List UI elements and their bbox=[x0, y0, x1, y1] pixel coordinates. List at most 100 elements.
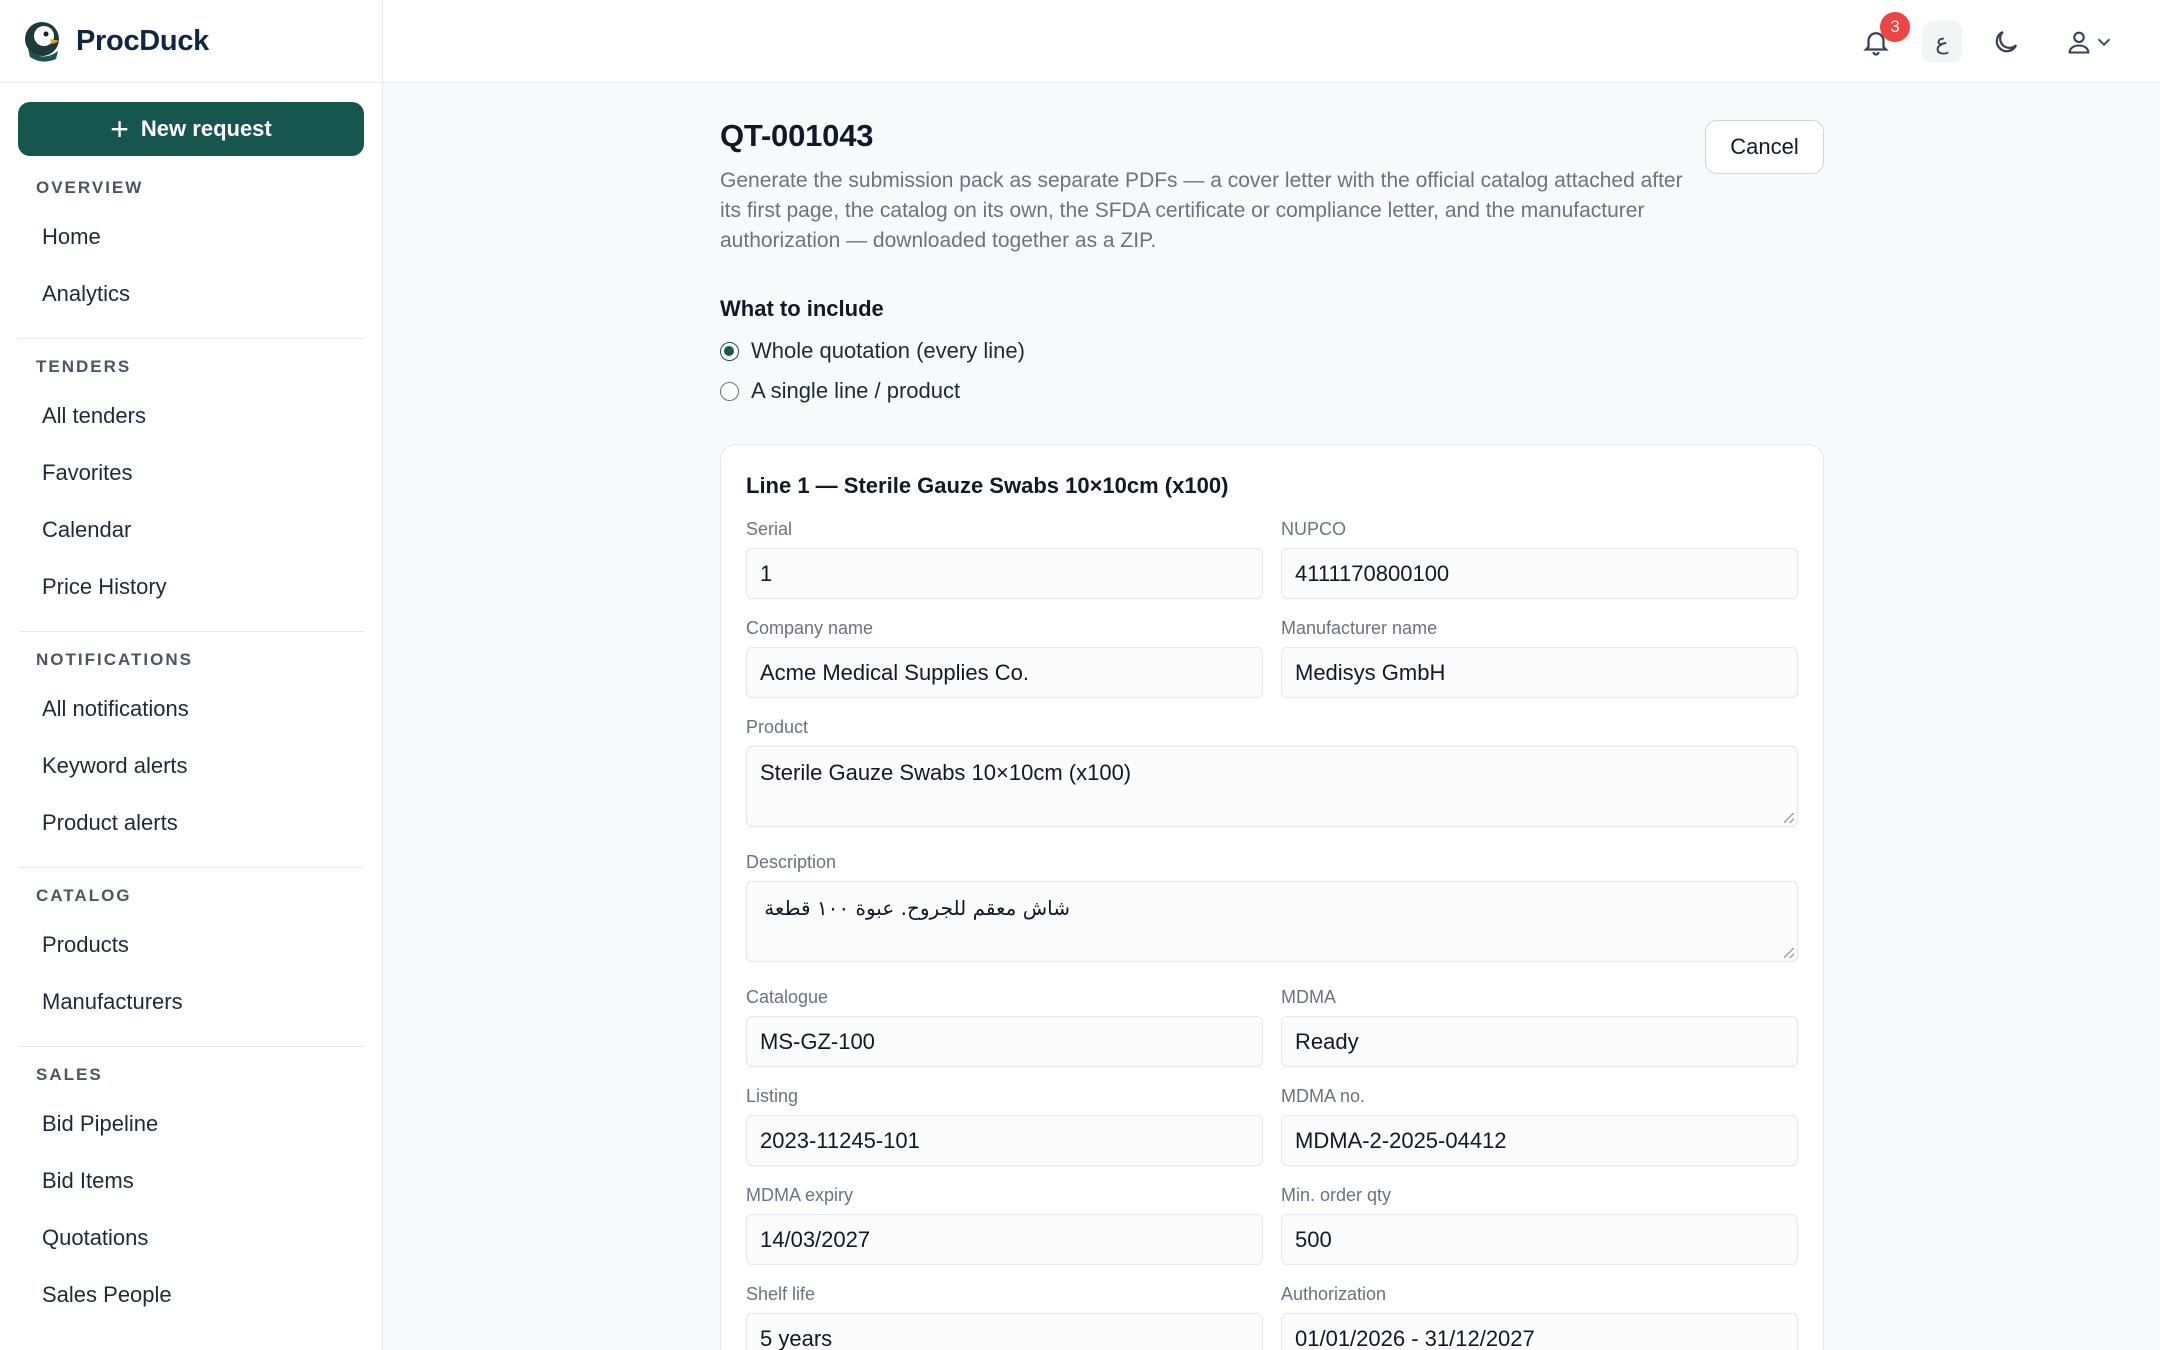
nav-heading: NOTIFICATIONS bbox=[36, 650, 193, 669]
description-field: Description شاش معقم للجروح. عبوة ١٠٠ قط… bbox=[746, 852, 1798, 962]
nav-heading: TENDERS bbox=[36, 357, 132, 376]
description-value: شاش معقم للجروح. عبوة ١٠٠ قطعة bbox=[764, 896, 1070, 920]
product-textarea[interactable]: Sterile Gauze Swabs 10×10cm (x100) bbox=[746, 746, 1798, 827]
sidebar-item-products[interactable]: Products bbox=[18, 916, 364, 973]
listing-input[interactable]: 2023-11245-101 bbox=[746, 1115, 1263, 1166]
nav-section-catalog: CATALOG Products Manufacturers bbox=[18, 868, 364, 1047]
field-label: Manufacturer name bbox=[1281, 618, 1438, 638]
field-label: Serial bbox=[746, 519, 793, 539]
field-label: Company name bbox=[746, 618, 874, 638]
user-icon bbox=[2068, 31, 2090, 54]
main-content: QT-001043 Generate the submission pack a… bbox=[720, 118, 1824, 404]
field-label: Shelf life bbox=[746, 1284, 816, 1304]
plus-icon: + bbox=[110, 111, 129, 147]
sidebar-item-manufacturers[interactable]: Manufacturers bbox=[18, 973, 364, 1030]
user-menu-button[interactable] bbox=[2058, 22, 2122, 62]
sidebar-item-keyword-alerts[interactable]: Keyword alerts bbox=[18, 737, 364, 794]
chevron-down-icon bbox=[2097, 38, 2111, 47]
authorization-input[interactable]: 01/01/2026 - 31/12/2027 bbox=[1281, 1313, 1798, 1350]
sidebar-item-price-history[interactable]: Price History bbox=[18, 558, 364, 615]
field-label: Min. order qty bbox=[1281, 1185, 1392, 1205]
sidebar-item-product-alerts[interactable]: Product alerts bbox=[18, 794, 364, 851]
company-field: Company name Acme Medical Supplies Co. bbox=[746, 618, 1263, 698]
nav-heading: CATALOG bbox=[36, 886, 132, 905]
description-textarea[interactable]: شاش معقم للجروح. عبوة ١٠٠ قطعة bbox=[746, 881, 1798, 962]
mdma-field: MDMA Ready bbox=[1281, 987, 1798, 1067]
sidebar-item-calendar[interactable]: Calendar bbox=[18, 501, 364, 558]
field-label: NUPCO bbox=[1281, 519, 1347, 539]
line-title: Line 1 — Sterile Gauze Swabs 10×10cm (x1… bbox=[746, 473, 1229, 498]
nav-section-tenders: TENDERS All tenders Favorites Calendar P… bbox=[18, 339, 364, 632]
mdma-input[interactable]: Ready bbox=[1281, 1016, 1798, 1067]
sidebar: ProcDuck + New request OVERVIEW Home Ana… bbox=[0, 0, 383, 1350]
theme-toggle-button[interactable] bbox=[1986, 22, 2026, 62]
sidebar-item-favorites[interactable]: Favorites bbox=[18, 444, 364, 501]
sidebar-nav: OVERVIEW Home Analytics TENDERS All tend… bbox=[18, 160, 364, 1339]
resize-handle-icon[interactable] bbox=[1784, 813, 1794, 823]
catalogue-field: Catalogue MS-GZ-100 bbox=[746, 987, 1263, 1067]
notifications-button[interactable]: 3 bbox=[1856, 12, 1910, 62]
brand-name: ProcDuck bbox=[76, 24, 209, 57]
serial-input[interactable]: 1 bbox=[746, 548, 1263, 599]
notification-count-badge: 3 bbox=[1880, 12, 1910, 42]
page-title: QT-001043 bbox=[720, 118, 874, 153]
mdma-expiry-field: MDMA expiry 14/03/2027 bbox=[746, 1185, 1263, 1265]
mdma-expiry-input[interactable]: 14/03/2027 bbox=[746, 1214, 1263, 1265]
radio-button[interactable] bbox=[720, 381, 739, 401]
brand[interactable]: ProcDuck bbox=[0, 0, 382, 83]
option-whole-quotation[interactable]: Whole quotation (every line) bbox=[720, 338, 1824, 364]
sidebar-item-all-notifications[interactable]: All notifications bbox=[18, 680, 364, 737]
shelf-life-field: Shelf life 5 years bbox=[746, 1284, 1263, 1350]
field-label: Catalogue bbox=[746, 987, 829, 1007]
line-card: Line 1 — Sterile Gauze Swabs 10×10cm (x1… bbox=[720, 444, 1824, 1350]
nav-section-notifications: NOTIFICATIONS All notifications Keyword … bbox=[18, 632, 364, 868]
sidebar-item-sales-people[interactable]: Sales People bbox=[18, 1266, 364, 1323]
option-label: A single line / product bbox=[751, 378, 961, 403]
min-order-qty-input[interactable]: 500 bbox=[1281, 1214, 1798, 1265]
product-field: Product Sterile Gauze Swabs 10×10cm (x10… bbox=[746, 717, 1798, 827]
mdma-no-input[interactable]: MDMA-2-2025-04412 bbox=[1281, 1115, 1798, 1166]
nav-section-sales: SALES Bid Pipeline Bid Items Quotations … bbox=[18, 1047, 364, 1339]
option-single-line[interactable]: A single line / product bbox=[720, 378, 1824, 404]
field-label: Product bbox=[746, 717, 809, 737]
manufacturer-field: Manufacturer name Medisys GmbH bbox=[1281, 618, 1798, 698]
page-description: Generate the submission pack as separate… bbox=[720, 169, 1683, 252]
field-label: Authorization bbox=[1281, 1284, 1387, 1304]
sidebar-item-bid-items[interactable]: Bid Items bbox=[18, 1152, 364, 1209]
include-label: What to include bbox=[720, 296, 884, 321]
company-name-input[interactable]: Acme Medical Supplies Co. bbox=[746, 647, 1263, 698]
language-toggle-button[interactable]: ع bbox=[1922, 21, 1962, 63]
listing-field: Listing 2023-11245-101 bbox=[746, 1086, 1263, 1166]
option-label: Whole quotation (every line) bbox=[751, 338, 1025, 363]
serial-field: Serial 1 bbox=[746, 519, 1263, 599]
nav-heading: OVERVIEW bbox=[36, 178, 144, 197]
nupco-field: NUPCO 4111170800100 bbox=[1281, 519, 1798, 599]
duck-logo-icon bbox=[25, 22, 60, 62]
field-label: MDMA expiry bbox=[746, 1185, 854, 1205]
field-label: MDMA bbox=[1281, 987, 1336, 1007]
mdma-no-field: MDMA no. MDMA-2-2025-04412 bbox=[1281, 1086, 1798, 1166]
field-label: Listing bbox=[746, 1086, 799, 1106]
nav-section-overview: OVERVIEW Home Analytics bbox=[18, 160, 364, 339]
product-value: Sterile Gauze Swabs 10×10cm (x100) bbox=[760, 760, 1132, 785]
nupco-input[interactable]: 4111170800100 bbox=[1281, 548, 1798, 599]
sidebar-item-analytics[interactable]: Analytics bbox=[18, 265, 364, 322]
shelf-life-input[interactable]: 5 years bbox=[746, 1313, 1263, 1350]
sidebar-item-all-tenders[interactable]: All tenders bbox=[18, 387, 364, 444]
moon-icon bbox=[1995, 30, 2018, 53]
field-label: MDMA no. bbox=[1281, 1086, 1366, 1106]
field-label: Description bbox=[746, 852, 837, 872]
authorization-field: Authorization 01/01/2026 - 31/12/2027 bbox=[1281, 1284, 1798, 1350]
cancel-button[interactable]: Cancel bbox=[1705, 120, 1824, 174]
new-request-label: New request bbox=[140, 116, 272, 141]
nav-heading: SALES bbox=[36, 1065, 103, 1084]
sidebar-item-quotations[interactable]: Quotations bbox=[18, 1209, 364, 1266]
new-request-button[interactable]: + New request bbox=[18, 102, 364, 156]
sidebar-item-bid-pipeline[interactable]: Bid Pipeline bbox=[18, 1095, 364, 1152]
radio-button-checked[interactable] bbox=[720, 341, 739, 361]
catalogue-input[interactable]: MS-GZ-100 bbox=[746, 1016, 1263, 1067]
min-order-field: Min. order qty 500 bbox=[1281, 1185, 1798, 1265]
resize-handle-icon[interactable] bbox=[1784, 948, 1794, 958]
manufacturer-name-input[interactable]: Medisys GmbH bbox=[1281, 647, 1798, 698]
sidebar-item-home[interactable]: Home bbox=[18, 208, 364, 265]
